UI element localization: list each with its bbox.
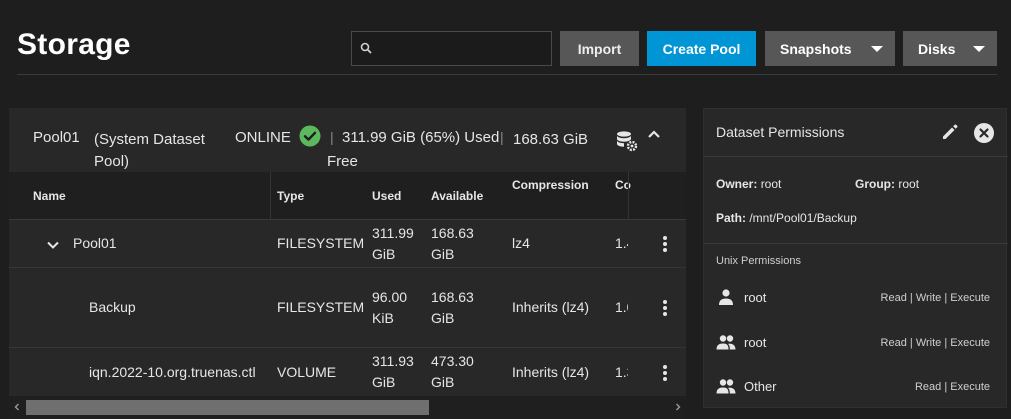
edit-icon[interactable] (940, 122, 960, 142)
dataset-settings-icon[interactable] (615, 129, 639, 153)
row-type: FILESYSTEM (277, 235, 365, 251)
horizontal-scrollbar[interactable] (9, 396, 686, 419)
pool-card: Pool01 (System Dataset Pool) ONLINE | 31… (9, 108, 686, 419)
permission-other-name: Other (744, 379, 777, 394)
pool-name: Pool01 (33, 129, 80, 146)
chevron-down-icon[interactable] (46, 238, 60, 252)
row-type: FILESYSTEM (277, 299, 365, 315)
group-label: Group: (855, 177, 895, 191)
group-value: root (898, 177, 920, 191)
permission-other-rights: Read | Execute (914, 381, 990, 393)
permission-group-rights: Read | Write | Execute (880, 337, 990, 349)
search-input[interactable] (378, 34, 548, 63)
row-compression-ratio: 1.3 (615, 364, 628, 380)
disks-button[interactable]: Disks (903, 31, 997, 66)
permission-owner-rights: Read | Write | Execute (880, 292, 990, 304)
pool-free: 168.63 GiB Free (327, 131, 589, 170)
scroll-left-icon[interactable] (13, 403, 21, 411)
permission-group-name: root (744, 335, 767, 350)
row-compression-ratio: 1.0 (615, 299, 628, 315)
more-options-icon[interactable] (661, 299, 669, 317)
divider (704, 243, 1008, 244)
check-circle-icon (299, 125, 321, 147)
row-available: 168.63 GiB (431, 289, 474, 326)
group-icon (716, 335, 736, 350)
table-row[interactable]: iqn.2022-10.org.truenas.ctl VOLUME 311.9… (9, 348, 686, 396)
row-name: Pool01 (73, 235, 117, 251)
scroll-right-icon[interactable] (674, 403, 682, 411)
column-header-available[interactable]: Available (431, 189, 483, 203)
row-compression-ratio: 1.4 (615, 235, 628, 251)
owner-info: Owner: root (716, 177, 781, 191)
permission-owner-name: root (744, 290, 767, 305)
user-icon (719, 289, 733, 305)
row-compression: Inherits (lz4) (512, 299, 590, 315)
header-divider (17, 74, 997, 75)
row-available: 168.63 GiB (431, 225, 474, 262)
search-icon (360, 42, 372, 54)
table-row[interactable]: Pool01 FILESYSTEM 311.99 GiB 168.63 GiB … (9, 220, 686, 268)
caret-down-icon (871, 46, 883, 52)
row-used: 311.93 GiB (372, 353, 414, 390)
caret-down-icon (973, 46, 985, 52)
snapshots-button-label: Snapshots (780, 40, 852, 57)
row-available: 473.30 GiB (431, 353, 474, 390)
row-compression: lz4 (512, 235, 530, 251)
scrollbar-thumb[interactable] (26, 400, 429, 415)
path-label: Path: (716, 211, 746, 225)
page-title: Storage (17, 28, 131, 61)
column-header-compression[interactable]: Compression (512, 178, 589, 192)
more-options-icon[interactable] (661, 235, 669, 253)
row-used: 96.00 KiB (372, 289, 408, 326)
other-users-icon (716, 379, 736, 394)
owner-value: root (760, 177, 782, 191)
table-header: Name Type Used Available Compression Co (9, 172, 686, 220)
group-info: Group: root (855, 177, 919, 191)
column-header-name[interactable]: Name (33, 189, 66, 203)
disks-button-label: Disks (918, 40, 956, 57)
divider (704, 156, 1008, 157)
pool-description: (System Dataset Pool) (94, 131, 205, 170)
row-name: iqn.2022-10.org.truenas.ctl (89, 364, 256, 380)
path-info: Path: /mnt/Pool01/Backup (716, 211, 857, 225)
chevron-up-icon[interactable] (646, 126, 662, 142)
search-box[interactable] (351, 31, 552, 66)
owner-label: Owner: (716, 177, 758, 191)
unix-permissions-title: Unix Permissions (716, 255, 801, 267)
permissions-title: Dataset Permissions (716, 124, 845, 140)
table-row[interactable]: Backup FILESYSTEM 96.00 KiB 168.63 GiB I… (9, 268, 686, 348)
pool-header: Pool01 (System Dataset Pool) ONLINE | 31… (9, 108, 686, 172)
row-used: 311.99 GiB (372, 225, 414, 262)
close-icon[interactable] (973, 122, 995, 144)
more-options-icon[interactable] (661, 364, 669, 382)
row-type: VOLUME (277, 364, 337, 380)
pool-status: ONLINE (235, 129, 291, 146)
column-header-type[interactable]: Type (277, 189, 304, 203)
create-pool-button[interactable]: Create Pool (647, 31, 756, 66)
column-header-used[interactable]: Used (372, 189, 401, 203)
path-value: /mnt/Pool01/Backup (749, 211, 857, 225)
snapshots-button[interactable]: Snapshots (765, 31, 895, 66)
import-button[interactable]: Import (560, 31, 639, 66)
row-compression: Inherits (lz4) (512, 364, 590, 380)
dataset-permissions-card: Dataset Permissions Owner: root Group: r… (703, 108, 1008, 408)
row-name: Backup (89, 299, 136, 315)
